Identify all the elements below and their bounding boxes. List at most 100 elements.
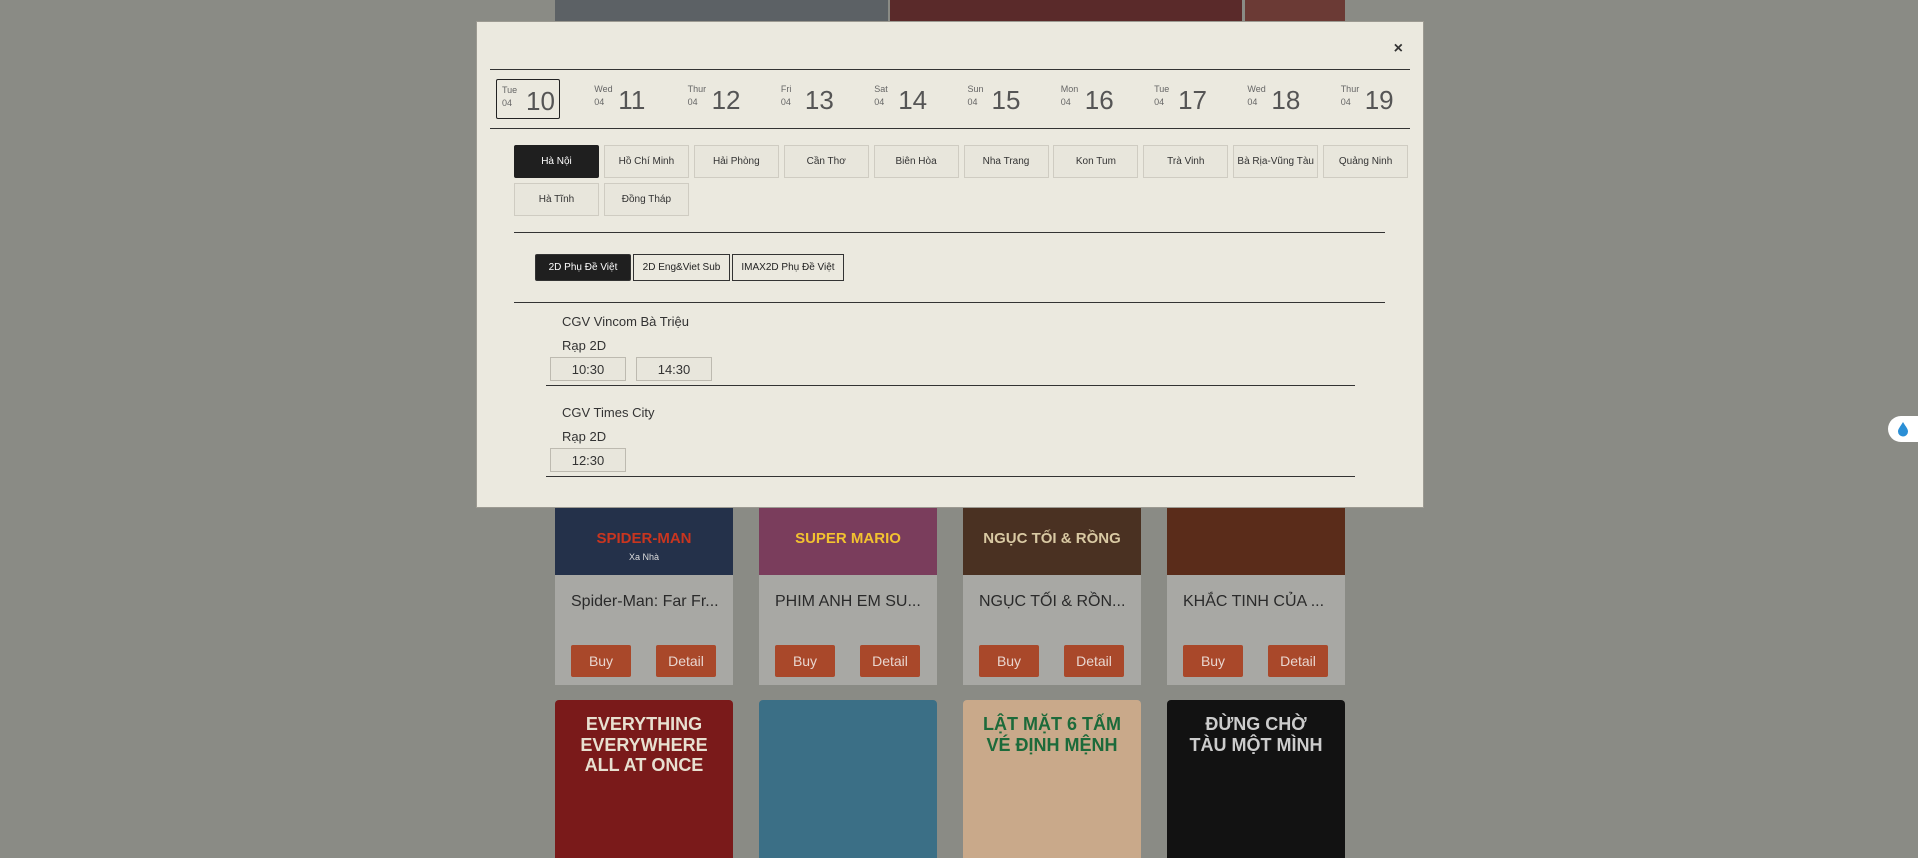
date-month: 04 — [780, 97, 791, 107]
movie-poster[interactable]: SUPER MARIO — [759, 508, 937, 575]
date-month: 04 — [1247, 97, 1258, 107]
cinema-room-type: Rạp 2D — [562, 338, 607, 353]
movie-poster[interactable] — [1167, 508, 1345, 575]
showtime-button[interactable]: 14:30 — [636, 357, 712, 381]
date-option[interactable]: Fri 04 13 — [776, 79, 840, 119]
detail-button[interactable]: Detail — [860, 645, 920, 677]
date-month: 04 — [1060, 97, 1071, 107]
date-month: 04 — [1340, 97, 1351, 107]
date-month: 04 — [874, 97, 885, 107]
showtime-button[interactable]: 10:30 — [550, 357, 626, 381]
city-option[interactable]: Biên Hòa — [873, 145, 959, 178]
detail-button[interactable]: Detail — [1064, 645, 1124, 677]
divider — [514, 232, 1385, 233]
date-day: 16 — [1084, 85, 1114, 115]
divider — [514, 302, 1385, 303]
showtime-modal: × Tue 04 10 Wed 04 11 Thur 04 12 Fri 04 13 Sat 04 14 Su… — [476, 21, 1424, 508]
date-month: 04 — [594, 97, 605, 107]
top-poster-1 — [555, 0, 888, 21]
detail-button[interactable]: Detail — [1268, 645, 1328, 677]
detail-button[interactable]: Detail — [656, 645, 716, 677]
date-weekday: Thur — [687, 84, 707, 94]
movie-title: KHẮC TINH CỦA ... — [1183, 593, 1325, 610]
date-weekday: Wed — [594, 84, 613, 94]
date-weekday: Wed — [1247, 84, 1266, 94]
format-option[interactable]: 2D Eng&Viet Sub — [633, 254, 730, 281]
date-option[interactable]: Sun 04 15 — [963, 79, 1027, 119]
city-option[interactable]: Trà Vinh — [1143, 145, 1229, 178]
movie-poster[interactable]: SPIDER-MAN Xa Nhà — [555, 508, 733, 575]
date-option[interactable]: Tue 04 10 — [496, 79, 560, 119]
date-day: 14 — [898, 85, 928, 115]
date-day: 13 — [804, 85, 834, 115]
movie-card: Spider-Man: Far Fr... Buy Detail — [555, 575, 733, 685]
movie-poster[interactable]: LẬT MẶT 6 TẤM VÉ ĐỊNH MỆNH — [963, 700, 1141, 858]
poster-title: SUPER MARIO — [795, 530, 901, 547]
cinema-name: CGV Times City — [562, 405, 655, 420]
date-day: 11 — [618, 85, 646, 115]
date-option[interactable]: Tue 04 17 — [1149, 79, 1213, 119]
date-weekday: Tue — [1154, 84, 1170, 94]
poster-title: EVERYTHING EVERYWHERE ALL AT ONCE — [580, 714, 708, 776]
date-weekday: Thur — [1340, 84, 1360, 94]
poster-title: SPIDER-MAN — [596, 530, 692, 547]
movie-title: NGỤC TỐI & RỒN... — [979, 593, 1126, 610]
date-option[interactable]: Thur 04 12 — [683, 79, 747, 119]
format-option[interactable]: 2D Phụ Đề Việt — [535, 254, 631, 281]
movie-poster[interactable]: EVERYTHING EVERYWHERE ALL AT ONCE — [555, 700, 733, 858]
poster-title: NGỤC TỐI & RỒNG — [983, 530, 1121, 547]
date-option[interactable]: Sat 04 14 — [869, 79, 933, 119]
movie-card: PHIM ANH EM SU... Buy Detail — [759, 575, 937, 685]
cinema-name: CGV Vincom Bà Triệu — [562, 314, 689, 329]
movie-poster[interactable]: NGỤC TỐI & RỒNG — [963, 508, 1141, 575]
date-month: 04 — [502, 98, 513, 108]
buy-button[interactable]: Buy — [571, 645, 631, 677]
water-drop-icon — [1898, 422, 1908, 437]
close-icon[interactable]: × — [1394, 40, 1403, 58]
date-month: 04 — [687, 97, 698, 107]
city-option[interactable]: Hải Phòng — [693, 145, 779, 178]
showtime-button[interactable]: 12:30 — [550, 448, 626, 472]
date-month: 04 — [1154, 97, 1165, 107]
top-poster-3 — [1245, 0, 1345, 21]
movie-poster[interactable]: ĐỪNG CHỜ TÀU MỘT MÌNH — [1167, 700, 1345, 858]
city-option[interactable]: Bà Rịa-Vũng Tàu — [1233, 145, 1319, 178]
date-day: 15 — [991, 85, 1021, 115]
date-option[interactable]: Wed 04 18 — [1242, 79, 1306, 119]
city-option[interactable]: Đồng Tháp — [603, 182, 689, 216]
buy-button[interactable]: Buy — [1183, 645, 1243, 677]
movie-title: PHIM ANH EM SU... — [775, 593, 921, 610]
date-day: 12 — [711, 85, 741, 115]
movie-card: KHẮC TINH CỦA ... Buy Detail — [1167, 575, 1345, 685]
city-option[interactable]: Kon Tum — [1053, 145, 1139, 178]
date-option[interactable]: Thur 04 19 — [1336, 79, 1400, 119]
floating-action-button[interactable] — [1888, 416, 1918, 442]
poster-subtitle: Xa Nhà — [628, 552, 660, 562]
city-option[interactable]: Cần Thơ — [783, 145, 869, 178]
city-option[interactable]: Hà Tĩnh — [514, 182, 599, 216]
movie-card: NGỤC TỐI & RỒN... Buy Detail — [963, 575, 1141, 685]
date-month: 04 — [967, 97, 978, 107]
cinema-room-type: Rạp 2D — [562, 429, 607, 444]
buy-button[interactable]: Buy — [775, 645, 835, 677]
city-option[interactable]: Quảng Ninh — [1323, 145, 1409, 178]
date-day: 10 — [526, 86, 555, 116]
divider — [546, 385, 1355, 386]
date-day: 18 — [1271, 85, 1301, 115]
movie-poster[interactable] — [759, 700, 937, 858]
date-weekday: Sat — [874, 84, 888, 94]
date-day: 19 — [1364, 85, 1394, 115]
date-weekday: Tue — [502, 85, 518, 95]
date-weekday: Sun — [967, 84, 984, 94]
date-day: 17 — [1178, 85, 1208, 115]
date-option[interactable]: Wed 04 11 — [589, 79, 653, 119]
date-weekday: Mon — [1060, 84, 1079, 94]
date-option[interactable]: Mon 04 16 — [1056, 79, 1120, 119]
format-option[interactable]: IMAX2D Phụ Đề Việt — [732, 254, 844, 281]
city-option[interactable]: Nha Trang — [963, 145, 1049, 178]
poster-title: ĐỪNG CHỜ TÀU MỘT MÌNH — [1189, 714, 1323, 755]
top-poster-2 — [890, 0, 1242, 21]
city-option[interactable]: Hà Nội — [514, 145, 599, 178]
city-option[interactable]: Hồ Chí Minh — [603, 145, 689, 178]
buy-button[interactable]: Buy — [979, 645, 1039, 677]
